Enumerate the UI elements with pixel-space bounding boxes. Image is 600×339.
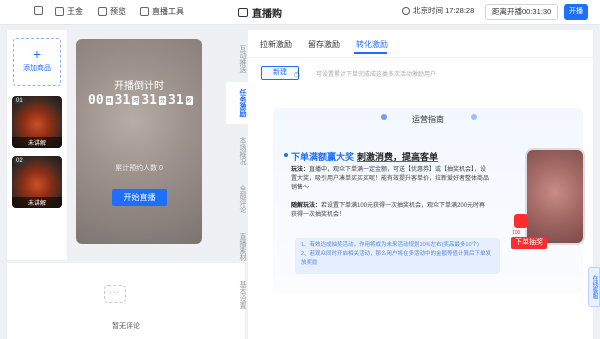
second-unit: 秒: [185, 96, 193, 105]
fullscreen-button[interactable]: [34, 6, 43, 15]
tab-task-incentive[interactable]: 任务激励: [226, 82, 248, 124]
tab-all-comments[interactable]: 全部评论: [226, 178, 248, 220]
rule-text: 直播中，观众下单满一定金额，可送【优惠券】或【抽奖机会】，设置大奖，吸引用户凑单…: [291, 167, 490, 191]
product-index: 02: [14, 158, 25, 164]
add-product-button[interactable]: + 添加商品: [13, 38, 61, 86]
shop-selector[interactable]: 王金: [55, 6, 83, 17]
guide-title: 运营指南: [412, 115, 444, 124]
tv-icon: [238, 8, 248, 17]
add-product-label: 添加商品: [23, 65, 51, 72]
example-description: 随解玩法：若设置下单满100元获得一次抽奖机会，观众下单满200元时再获得一次抽…: [291, 202, 491, 220]
example-phone-image: [525, 148, 585, 245]
page-title-text: 直播购: [252, 9, 282, 20]
comment-icon: [104, 285, 126, 303]
live-tools-button[interactable]: 直播工具: [140, 6, 184, 17]
hour-unit: 时: [132, 96, 140, 105]
headline-dark: 刺激消费，提高客单: [357, 152, 439, 162]
start-broadcast-button[interactable]: 开播: [564, 4, 588, 20]
rule-label: 玩法：: [291, 167, 310, 173]
minute-unit: 分: [159, 96, 167, 105]
customer-service-tab[interactable]: 在线客服: [588, 267, 600, 307]
no-comments-text: 暂无评论: [112, 323, 140, 330]
countdown-title: 开播倒计时: [114, 81, 164, 92]
guide-headline: 下单满额赢大奖 刺激消费，提高客单: [291, 150, 438, 163]
hours-value: 31: [114, 93, 131, 108]
preview-icon: [98, 7, 107, 16]
plus-icon: +: [32, 46, 42, 62]
cursor-icon: ☝: [294, 69, 301, 80]
preview-label: 预览: [110, 7, 126, 16]
minutes-value: 31: [141, 93, 157, 108]
example-text: 若设置下单满100元获得一次抽奖机会，观众下单满200元时再获得一次抽奖机会！: [291, 203, 486, 218]
product-index: 01: [14, 98, 25, 104]
tab-live-materials[interactable]: 直播素材: [226, 226, 248, 268]
beijing-time: 北京时间 17:28:28: [402, 5, 474, 16]
tip-item: 1、有效达成抽奖活动，作用将成为未来活动规划10%左右(奖品最多10个): [301, 242, 479, 248]
tab-interaction-push[interactable]: 互动推送: [226, 38, 248, 80]
reserve-count: 累计预约人数 0: [115, 165, 163, 172]
tips-box: 1、有效达成抽奖活动，作用将成为未来活动规划10%左右(奖品最多10个) 2、若…: [295, 238, 500, 274]
preview-button[interactable]: 预览: [98, 6, 126, 17]
active-tab-indicator: [354, 52, 387, 54]
divider: [248, 57, 593, 58]
tab-basic-settings[interactable]: 基本设置: [226, 274, 248, 316]
headline-blue: 下单满额赢大奖: [291, 152, 355, 162]
product-status: 未讲解: [12, 137, 62, 148]
gift-price: 100: [512, 230, 521, 236]
tip-item: 2、若观众同时开启相关活动，那么用户将在多活动中的金额等值计算后下单发放奖励: [301, 251, 492, 266]
tab-acquisition-incentive[interactable]: 拉新激励: [260, 39, 292, 50]
shop-label: 王金: [67, 7, 83, 16]
countdown-pill: 距离开播00:31:30: [485, 4, 559, 20]
order-draw-badge: 下单抽奖: [511, 237, 547, 249]
product-status: 未讲解: [12, 197, 62, 208]
tab-session-overview[interactable]: 本场概况: [226, 130, 248, 172]
hint-text: 可设置累计下单完成成这类多次活动激励用户: [316, 72, 437, 78]
tools-icon: [140, 7, 149, 16]
top-bar: 王金 预览 直播工具 直播购 北京时间 17:28:28 距离开播00:31:3…: [0, 0, 600, 25]
seconds-value: 31: [168, 93, 184, 108]
product-panel: + 添加商品 01 未讲解 02 未讲解: [7, 30, 67, 260]
example-label: 随解玩法：: [291, 203, 322, 209]
dot-icon: [471, 114, 477, 120]
product-card[interactable]: 01 未讲解: [12, 96, 62, 148]
rule-description: 玩法：直播中，观众下单满一定金额，可送【优惠券】或【抽奖机会】，设置大奖，吸引用…: [291, 166, 491, 193]
day-unit: 日: [105, 96, 113, 105]
clock-icon: [402, 6, 410, 15]
expand-icon: [34, 6, 43, 15]
beijing-time-text: 北京时间 17:28:28: [413, 6, 475, 15]
go-live-button[interactable]: 开始直播: [112, 189, 167, 206]
countdown-digits: 00 日 31 时 31 分 31 秒: [88, 93, 193, 108]
product-card[interactable]: 02 未讲解: [12, 156, 62, 208]
tab-retention-incentive[interactable]: 留存激励: [308, 39, 340, 50]
live-preview: 开播倒计时 00 日 31 时 31 分 31 秒 累计预约人数 0 开始直播: [76, 39, 202, 244]
bullet-icon: [284, 153, 288, 157]
side-tabs: 互动推送 任务激励 本场概况 全部评论 直播素材 基本设置: [226, 30, 248, 315]
store-icon: [55, 7, 64, 16]
days-value: 00: [88, 93, 104, 108]
comments-panel: 暂无评论: [7, 263, 245, 339]
tab-conversion-incentive[interactable]: 转化激励: [356, 39, 388, 50]
gift-icon: [514, 214, 528, 228]
live-tools-label: 直播工具: [152, 7, 184, 16]
page-title: 直播购: [238, 5, 282, 20]
